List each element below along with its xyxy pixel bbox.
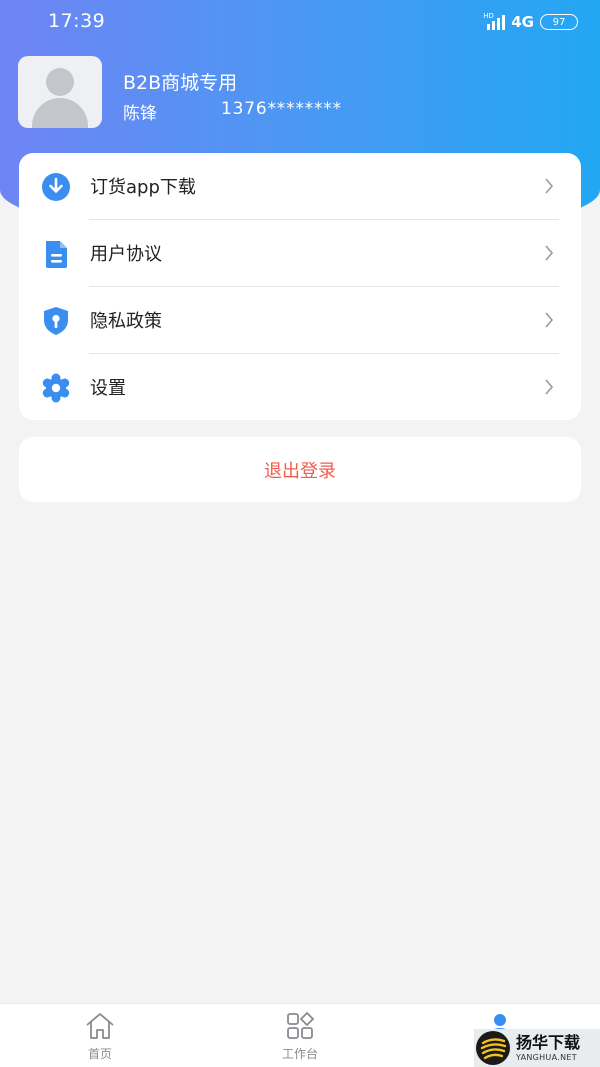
menu-item-app-download[interactable]: 订货app下载 (19, 153, 581, 220)
chevron-right-icon (545, 379, 554, 395)
workbench-grid-icon (287, 1011, 315, 1039)
download-circle-icon (42, 173, 70, 201)
menu-item-privacy-policy[interactable]: 隐私政策 (19, 287, 581, 354)
menu-item-label: 用户协议 (90, 244, 162, 265)
network-type: 4G (511, 13, 534, 31)
user-name: 陈锋 (123, 104, 157, 124)
chevron-right-icon (545, 312, 554, 328)
document-icon (46, 241, 67, 268)
watermark-en: YANGHUA.NET (516, 1052, 577, 1062)
menu-item-label: 隐私政策 (90, 311, 162, 332)
watermark: 扬华下载 YANGHUA.NET (474, 1029, 600, 1067)
avatar[interactable] (18, 56, 102, 128)
gear-icon (42, 373, 70, 403)
menu-card: 订货app下载 用户协议 隐私政策 设置 (19, 153, 581, 420)
watermark-logo-icon (476, 1031, 510, 1065)
status-indicators: HD 4G 97 (483, 12, 578, 32)
menu-item-label: 设置 (90, 378, 126, 399)
user-phone: 1376******** (221, 99, 342, 119)
watermark-cn: 扬华下载 (516, 1032, 581, 1052)
logout-label: 退出登录 (264, 460, 336, 482)
tab-label: 工作台 (281, 1047, 318, 1061)
avatar-body (32, 98, 88, 128)
avatar-head (46, 68, 74, 96)
shield-icon (44, 307, 68, 335)
profile-section[interactable]: B2B商城专用 陈锋 1376******** (18, 56, 342, 128)
chevron-right-icon (545, 178, 554, 194)
battery-icon: 97 (540, 14, 578, 30)
logout-button[interactable]: 退出登录 (19, 437, 581, 502)
status-time: 17:39 (48, 10, 106, 32)
status-bar: 17:39 HD 4G 97 (0, 0, 600, 44)
tab-workbench[interactable]: 工作台 (240, 1004, 360, 1067)
store-name: B2B商城专用 (123, 72, 238, 94)
menu-item-label: 订货app下载 (90, 177, 196, 198)
menu-item-user-agreement[interactable]: 用户协议 (19, 220, 581, 287)
tab-home[interactable]: 首页 (40, 1004, 160, 1067)
tab-label: 首页 (87, 1047, 112, 1061)
menu-item-settings[interactable]: 设置 (19, 354, 581, 421)
home-icon (86, 1013, 114, 1039)
chevron-right-icon (545, 245, 554, 261)
signal-icon: HD (483, 12, 506, 30)
battery-level: 97 (552, 16, 566, 28)
